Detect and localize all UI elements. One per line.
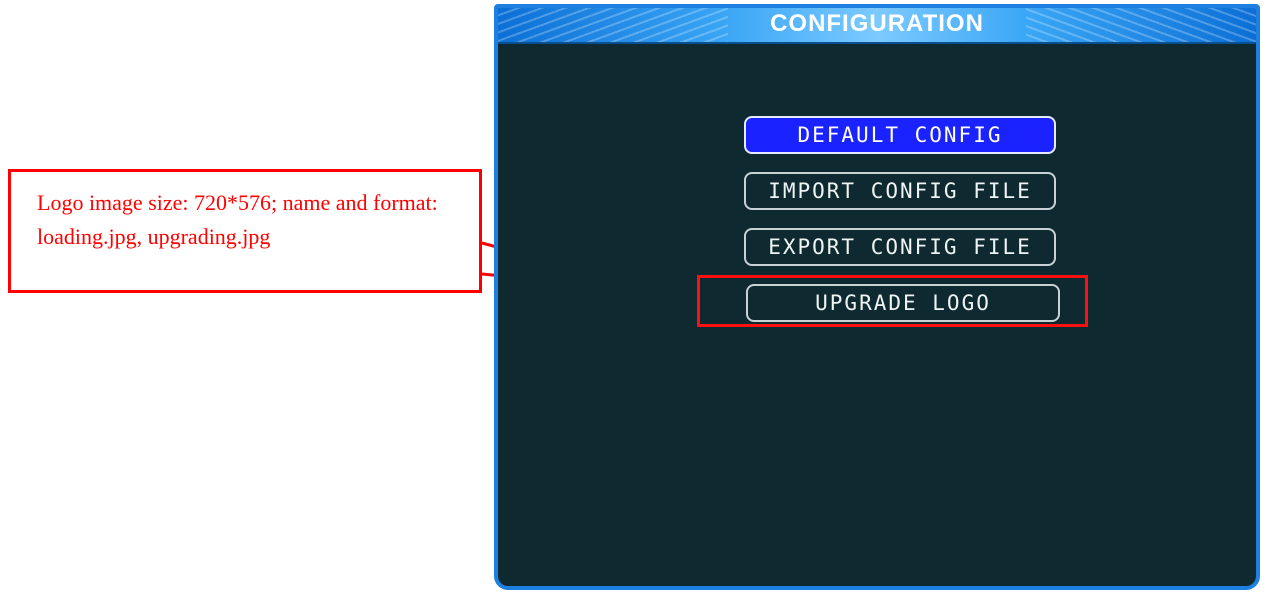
title-bar: CONFIGURATION [498, 8, 1256, 44]
annotation-text: Logo image size: 720*576; name and forma… [37, 190, 438, 249]
upgrade-logo-highlight [697, 275, 1088, 327]
window-title: CONFIGURATION [770, 10, 984, 37]
export-config-file-button[interactable]: EXPORT CONFIG FILE [744, 228, 1056, 266]
import-config-file-button[interactable]: IMPORT CONFIG FILE [744, 172, 1056, 210]
default-config-button[interactable]: DEFAULT CONFIG [744, 116, 1056, 154]
annotation-callout: Logo image size: 720*576; name and forma… [8, 169, 482, 293]
